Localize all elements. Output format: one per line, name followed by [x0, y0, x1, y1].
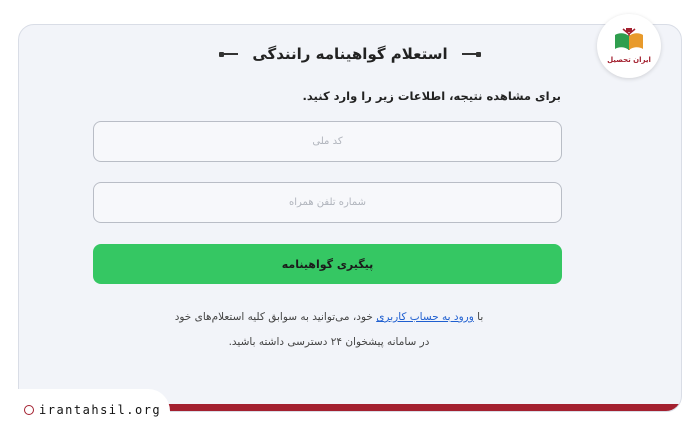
site-url: irantahsil.org — [39, 402, 162, 417]
info-prefix: با — [477, 311, 484, 323]
page-title: استعلام گواهینامه رانندگی — [252, 45, 448, 63]
phone-field-wrapper — [93, 182, 562, 223]
brand-logo: ایران تحصیل — [597, 14, 661, 78]
inquiry-card: استعلام گواهینامه رانندگی برای مشاهده نت… — [18, 24, 682, 412]
info-text-line1: با ورود به حساب کاربری خود، می‌توانید به… — [139, 311, 519, 323]
title-decoration-right — [219, 51, 239, 57]
login-link[interactable]: ورود به حساب کاربری — [376, 311, 474, 323]
logo-text: ایران تحصیل — [607, 56, 651, 64]
book-icon — [615, 28, 643, 50]
national-code-input[interactable] — [94, 122, 561, 161]
info-text-line2: در سامانه پیشخوان ۲۴ دسترسی داشته باشید. — [228, 336, 430, 348]
form-instruction: برای مشاهده نتیجه، اطلاعات زیر را وارد ک… — [302, 89, 561, 103]
phone-input[interactable] — [94, 183, 561, 222]
national-code-field-wrapper — [93, 121, 562, 162]
title-row: استعلام گواهینامه رانندگی — [19, 45, 681, 63]
track-license-button[interactable]: پیگیری گواهینامه — [93, 244, 562, 284]
site-badge: irantahsil.org — [0, 389, 170, 430]
title-decoration-left — [461, 51, 481, 57]
globe-icon — [24, 404, 34, 415]
info-suffix: خود، می‌توانید به سوابق کلیه استعلام‌های… — [174, 311, 373, 323]
